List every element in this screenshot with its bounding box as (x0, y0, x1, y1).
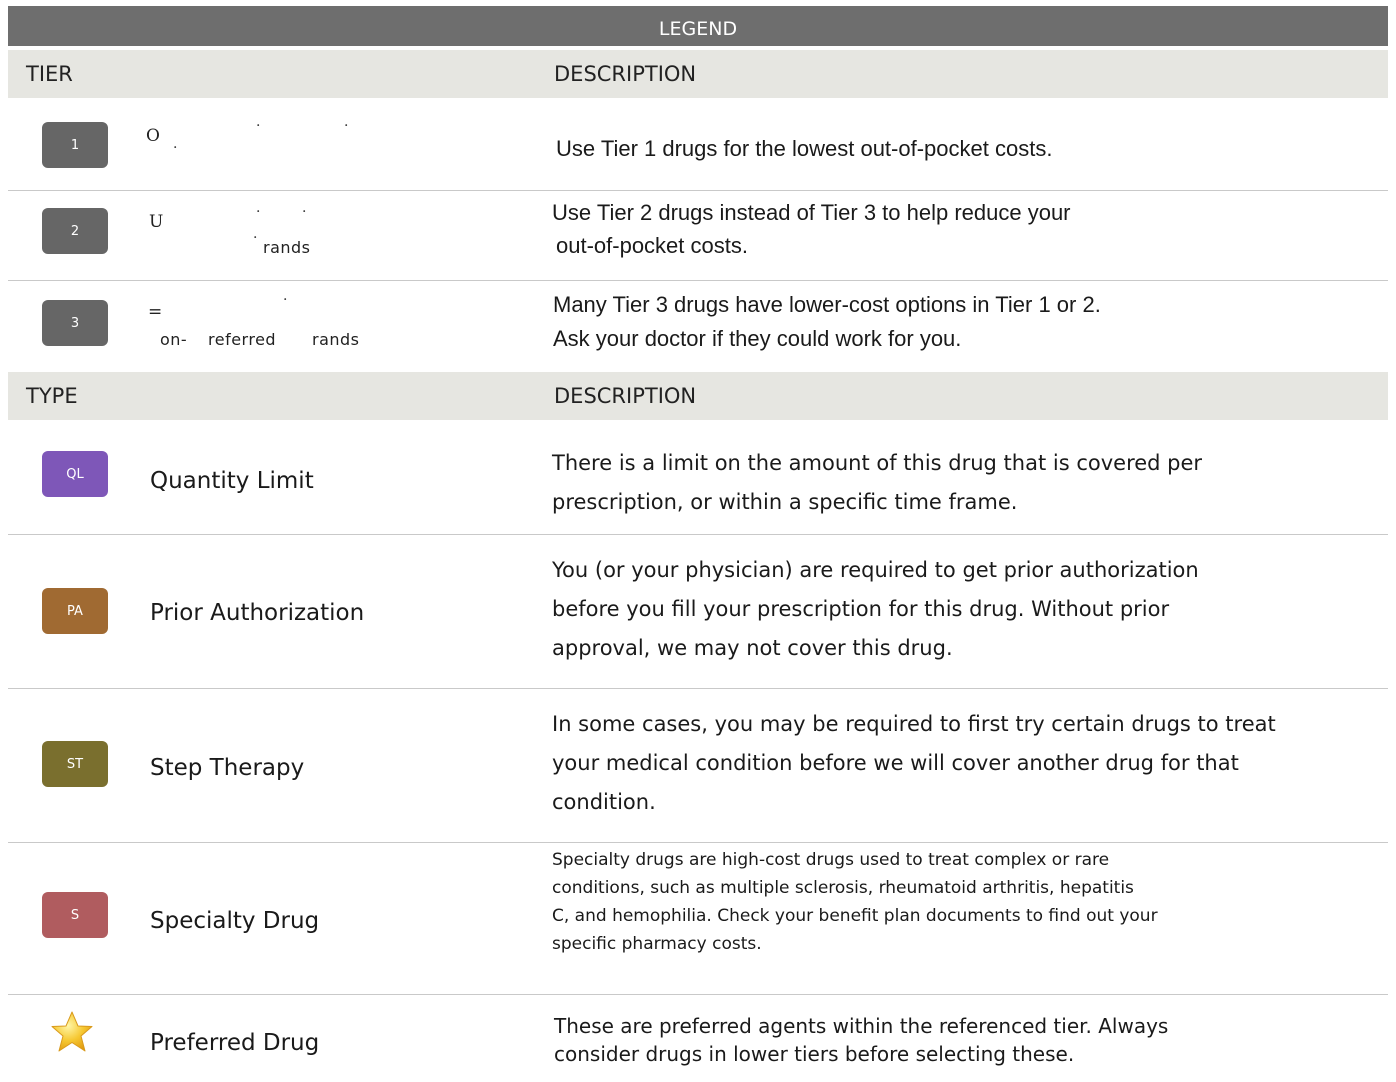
type-description-header-label: DESCRIPTION (554, 384, 697, 408)
specialty-drug-name: Specialty Drug (150, 908, 320, 934)
quantity-limit-name: Quantity Limit (150, 468, 314, 494)
tier-1-dot: · (173, 140, 178, 156)
star-icon (50, 1010, 94, 1054)
row-divider (8, 688, 1388, 689)
tier-header: TIER DESCRIPTION (8, 50, 1388, 98)
prior-authorization-name: Prior Authorization (150, 600, 365, 626)
row-divider (8, 994, 1388, 995)
tier-3-description-line-1: Many Tier 3 drugs have lower-cost option… (553, 292, 1101, 317)
legend-title-bar: LEGEND (8, 6, 1388, 46)
tier-2-description-line-2: out-of-pocket costs. (556, 233, 748, 258)
tier-2-description-line-1: Use Tier 2 drugs instead of Tier 3 to he… (552, 200, 1071, 225)
tier-2-dot: · (253, 230, 258, 246)
tier-1-description: Use Tier 1 drugs for the lowest out-of-p… (556, 136, 1053, 161)
preferred-drug-description: These are preferred agents within the re… (554, 1014, 1169, 1066)
preferred-drug-name: Preferred Drug (150, 1030, 320, 1056)
specialty-drug-badge: S (42, 892, 108, 938)
tier-1-dot: · (256, 118, 261, 134)
legend-title: LEGEND (658, 18, 738, 40)
tier-1-badge: 1 (42, 122, 108, 168)
prior-authorization-description: You (or your physician) are required to … (552, 558, 1199, 660)
row-divider (8, 190, 1388, 191)
tier-1-dot: · (344, 118, 349, 134)
tier-2-name-fragment: rands (263, 238, 311, 257)
type-header-label: TYPE (26, 384, 78, 408)
quantity-limit-description: There is a limit on the amount of this d… (552, 451, 1203, 514)
tier-header-label: TIER (26, 62, 73, 86)
tier-1-name-fragment: O (146, 126, 160, 146)
tier-3-dot: · (283, 292, 288, 308)
tier-3-name-fragment: referred (208, 330, 277, 349)
tier-3-name-fragment: = (148, 302, 163, 322)
tier-3-badge: 3 (42, 300, 108, 346)
tier-description-header-label: DESCRIPTION (554, 62, 697, 86)
step-therapy-description: In some cases, you may be required to fi… (552, 712, 1276, 814)
row-divider (8, 534, 1388, 535)
tier-3-name-fragment: rands (312, 330, 360, 349)
type-header: TYPE DESCRIPTION (8, 372, 1388, 420)
prior-authorization-badge: PA (42, 588, 108, 634)
tier-2-dot: · (256, 204, 261, 220)
tier-3-description-line-2: Ask your doctor if they could work for y… (553, 326, 962, 351)
row-divider (8, 842, 1388, 843)
tier-2-badge: 2 (42, 208, 108, 254)
tier-2-dot: · (302, 204, 307, 220)
tier-3-name-fragment: on- (160, 330, 188, 349)
step-therapy-badge: ST (42, 741, 108, 787)
step-therapy-name: Step Therapy (150, 755, 305, 781)
quantity-limit-badge: QL (42, 451, 108, 497)
specialty-drug-description: Specialty drugs are high-cost drugs used… (552, 850, 1158, 954)
row-divider (8, 280, 1388, 281)
tier-2-name-fragment: U (149, 212, 164, 232)
